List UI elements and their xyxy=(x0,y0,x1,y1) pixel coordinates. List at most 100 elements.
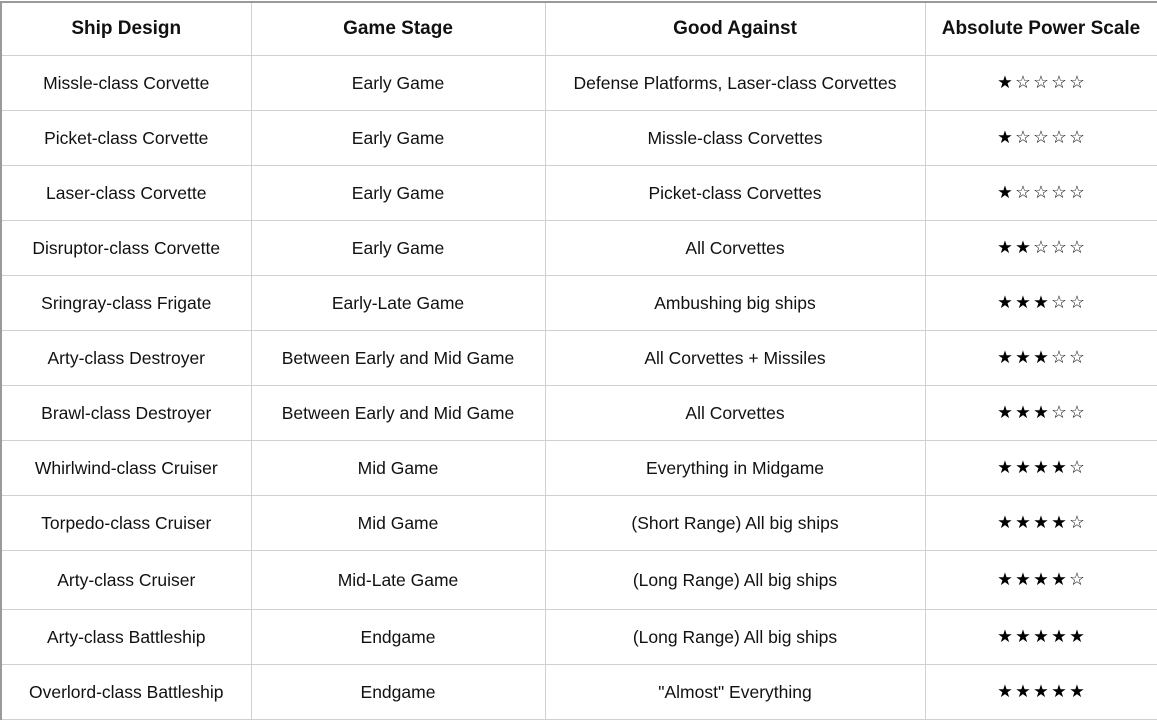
ship-cell[interactable]: Torpedo-class Cruiser xyxy=(0,495,252,551)
stage-cell[interactable]: Mid Game xyxy=(250,440,546,496)
star-filled-icon: ★ xyxy=(997,627,1013,647)
good-against-cell[interactable]: (Short Range) All big ships xyxy=(544,495,926,551)
star-filled-icon: ★ xyxy=(997,513,1013,533)
rating-cell[interactable]: ★ ★ ★ ★ ☆ xyxy=(924,495,1157,551)
good-against-cell[interactable]: "Almost" Everything xyxy=(544,664,926,720)
stage-cell[interactable]: Mid-Late Game xyxy=(250,550,546,610)
star-filled-icon: ★ xyxy=(997,403,1013,423)
star-filled-icon: ★ xyxy=(1033,458,1049,478)
ship-cell[interactable]: Laser-class Corvette xyxy=(0,165,252,221)
good-against-cell[interactable]: All Corvettes xyxy=(544,385,926,441)
star-filled-icon: ★ xyxy=(1051,458,1067,478)
table-row: Laser-class Corvette Early Game Picket-c… xyxy=(0,165,1157,221)
rating-cell[interactable]: ★ ★ ★ ☆ ☆ xyxy=(924,330,1157,386)
star-empty-icon: ☆ xyxy=(1069,513,1085,533)
ship-cell[interactable]: Arty-class Cruiser xyxy=(0,550,252,610)
rating-cell[interactable]: ★ ★ ★ ☆ ☆ xyxy=(924,275,1157,331)
ship-cell[interactable]: Whirlwind-class Cruiser xyxy=(0,440,252,496)
ship-cell[interactable]: Arty-class Battleship xyxy=(0,609,252,665)
good-against-cell[interactable]: Defense Platforms, Laser-class Corvettes xyxy=(544,55,926,111)
star-filled-icon: ★ xyxy=(1015,403,1031,423)
ship-cell[interactable]: Brawl-class Destroyer xyxy=(0,385,252,441)
star-empty-icon: ☆ xyxy=(1069,570,1085,590)
star-empty-icon: ☆ xyxy=(1069,293,1085,313)
ship-cell[interactable]: Overlord-class Battleship xyxy=(0,664,252,720)
good-against-cell[interactable]: Ambushing big ships xyxy=(544,275,926,331)
stage-cell[interactable]: Between Early and Mid Game xyxy=(250,330,546,386)
star-filled-icon: ★ xyxy=(1015,570,1031,590)
star-filled-icon: ★ xyxy=(1033,293,1049,313)
header-row: Ship Design Game Stage Good Against Abso… xyxy=(0,1,1157,56)
table-row: Picket-class Corvette Early Game Missle-… xyxy=(0,110,1157,166)
star-filled-icon: ★ xyxy=(1015,682,1031,702)
star-empty-icon: ☆ xyxy=(1015,73,1031,93)
star-filled-icon: ★ xyxy=(997,128,1013,148)
table-row: Whirlwind-class Cruiser Mid Game Everyth… xyxy=(0,440,1157,496)
star-filled-icon: ★ xyxy=(1033,627,1049,647)
stage-cell[interactable]: Endgame xyxy=(250,664,546,720)
star-filled-icon: ★ xyxy=(1015,238,1031,258)
star-empty-icon: ☆ xyxy=(1069,73,1085,93)
table-row: Missle-class Corvette Early Game Defense… xyxy=(0,55,1157,111)
table-row: Sringray-class Frigate Early-Late Game A… xyxy=(0,275,1157,331)
stage-cell[interactable]: Early Game xyxy=(250,220,546,276)
table-row: Arty-class Cruiser Mid-Late Game (Long R… xyxy=(0,550,1157,610)
header-good-against[interactable]: Good Against xyxy=(544,1,926,56)
stage-cell[interactable]: Endgame xyxy=(250,609,546,665)
good-against-cell[interactable]: Everything in Midgame xyxy=(544,440,926,496)
star-filled-icon: ★ xyxy=(1033,348,1049,368)
star-filled-icon: ★ xyxy=(997,570,1013,590)
good-against-cell[interactable]: (Long Range) All big ships xyxy=(544,609,926,665)
rating-cell[interactable]: ★ ★ ★ ★ ☆ xyxy=(924,550,1157,610)
stage-cell[interactable]: Early Game xyxy=(250,55,546,111)
table-row: Disruptor-class Corvette Early Game All … xyxy=(0,220,1157,276)
star-empty-icon: ☆ xyxy=(1051,238,1067,258)
ship-cell[interactable]: Picket-class Corvette xyxy=(0,110,252,166)
good-against-cell[interactable]: Missle-class Corvettes xyxy=(544,110,926,166)
stage-cell[interactable]: Early-Late Game xyxy=(250,275,546,331)
ship-cell[interactable]: Sringray-class Frigate xyxy=(0,275,252,331)
rating-cell[interactable]: ★ ★ ★ ★ ★ xyxy=(924,609,1157,665)
stage-cell[interactable]: Between Early and Mid Game xyxy=(250,385,546,441)
stage-cell[interactable]: Mid Game xyxy=(250,495,546,551)
star-filled-icon: ★ xyxy=(1015,513,1031,533)
star-empty-icon: ☆ xyxy=(1033,183,1049,203)
table-row: Torpedo-class Cruiser Mid Game (Short Ra… xyxy=(0,495,1157,551)
star-filled-icon: ★ xyxy=(1015,627,1031,647)
rating-cell[interactable]: ★ ★ ★ ★ ☆ xyxy=(924,440,1157,496)
header-game-stage[interactable]: Game Stage xyxy=(250,1,546,56)
star-empty-icon: ☆ xyxy=(1069,128,1085,148)
good-against-cell[interactable]: All Corvettes xyxy=(544,220,926,276)
star-empty-icon: ☆ xyxy=(1069,238,1085,258)
stage-cell[interactable]: Early Game xyxy=(250,110,546,166)
star-filled-icon: ★ xyxy=(997,73,1013,93)
star-empty-icon: ☆ xyxy=(1051,293,1067,313)
rating-cell[interactable]: ★ ★ ☆ ☆ ☆ xyxy=(924,220,1157,276)
good-against-cell[interactable]: (Long Range) All big ships xyxy=(544,550,926,610)
stage-cell[interactable]: Early Game xyxy=(250,165,546,221)
table-row: Overlord-class Battleship Endgame "Almos… xyxy=(0,664,1157,720)
rating-cell[interactable]: ★ ☆ ☆ ☆ ☆ xyxy=(924,110,1157,166)
good-against-cell[interactable]: Picket-class Corvettes xyxy=(544,165,926,221)
star-empty-icon: ☆ xyxy=(1051,348,1067,368)
spreadsheet: Ship Design Game Stage Good Against Abso… xyxy=(0,1,1157,720)
rating-cell[interactable]: ★ ★ ★ ★ ★ xyxy=(924,664,1157,720)
header-ship-design[interactable]: Ship Design xyxy=(0,1,252,56)
header-power-scale[interactable]: Absolute Power Scale xyxy=(924,1,1157,56)
ship-cell[interactable]: Disruptor-class Corvette xyxy=(0,220,252,276)
rating-cell[interactable]: ★ ☆ ☆ ☆ ☆ xyxy=(924,165,1157,221)
star-empty-icon: ☆ xyxy=(1015,128,1031,148)
ship-cell[interactable]: Missle-class Corvette xyxy=(0,55,252,111)
star-filled-icon: ★ xyxy=(997,293,1013,313)
rating-cell[interactable]: ★ ☆ ☆ ☆ ☆ xyxy=(924,55,1157,111)
star-empty-icon: ☆ xyxy=(1069,348,1085,368)
ship-cell[interactable]: Arty-class Destroyer xyxy=(0,330,252,386)
good-against-cell[interactable]: All Corvettes + Missiles xyxy=(544,330,926,386)
star-filled-icon: ★ xyxy=(1051,627,1067,647)
rating-cell[interactable]: ★ ★ ★ ☆ ☆ xyxy=(924,385,1157,441)
star-filled-icon: ★ xyxy=(1051,513,1067,533)
star-empty-icon: ☆ xyxy=(1051,128,1067,148)
star-filled-icon: ★ xyxy=(1015,348,1031,368)
star-empty-icon: ☆ xyxy=(1015,183,1031,203)
star-filled-icon: ★ xyxy=(997,348,1013,368)
